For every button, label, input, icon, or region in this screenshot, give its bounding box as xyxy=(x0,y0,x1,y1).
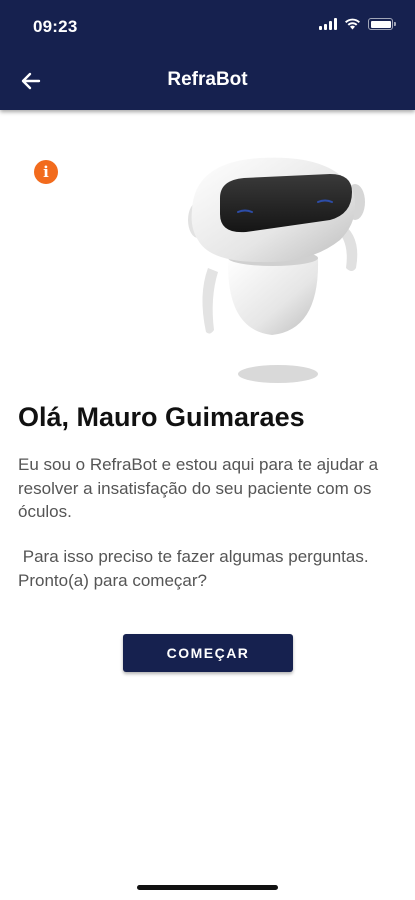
page-title: RefraBot xyxy=(167,69,248,90)
info-icon[interactable]: i xyxy=(34,160,58,184)
start-button[interactable]: COMEÇAR xyxy=(123,634,293,672)
robot-illustration xyxy=(188,157,365,383)
battery-icon xyxy=(368,18,396,30)
wifi-icon xyxy=(345,18,360,30)
status-time: 09:23 xyxy=(33,17,78,36)
cellular-signal-icon xyxy=(319,18,337,30)
greeting-heading: Olá, Mauro Guimaraes xyxy=(18,402,305,432)
question-text: Para isso preciso te fazer algumas pergu… xyxy=(18,547,374,590)
status-icons xyxy=(319,18,396,30)
intro-text: Eu sou o RefraBot e estou aqui para te a… xyxy=(18,455,379,521)
home-indicator[interactable] xyxy=(137,885,278,890)
nav-bar: RefraBot xyxy=(0,52,415,110)
app-header: 09:23 RefraBot xyxy=(0,0,415,110)
status-bar: 09:23 xyxy=(0,0,415,52)
